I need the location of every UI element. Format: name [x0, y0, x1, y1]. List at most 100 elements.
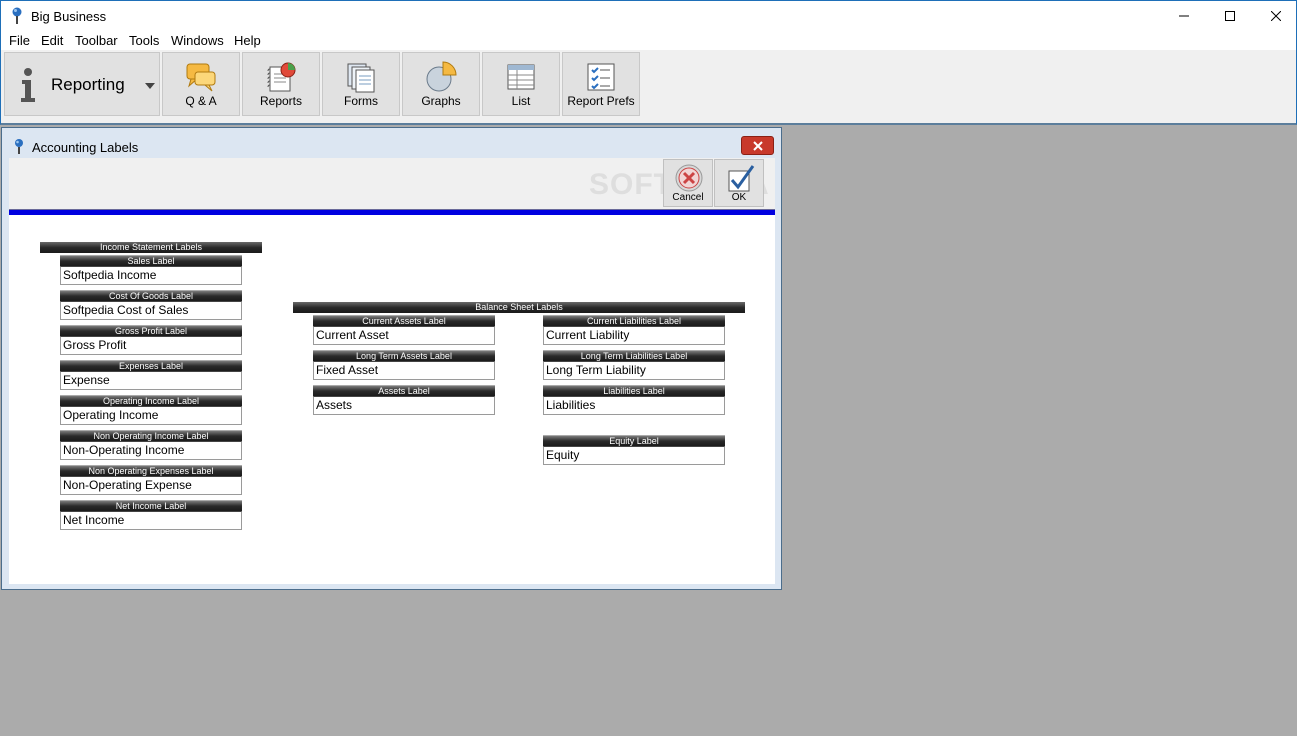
net-income-label-input[interactable]: Net Income — [60, 511, 242, 530]
field-label: Assets Label — [313, 385, 495, 396]
qa-label: Q & A — [185, 94, 217, 108]
forms-label: Forms — [344, 94, 378, 108]
non-operating-income-field-group: Non Operating Income Label Non-Operating… — [60, 430, 242, 460]
checklist-icon — [587, 63, 615, 91]
reports-button[interactable]: Reports — [242, 52, 320, 116]
minimize-icon — [1179, 15, 1189, 17]
chat-bubbles-icon — [186, 63, 216, 92]
menu-edit[interactable]: Edit — [41, 33, 63, 48]
graphs-label: Graphs — [421, 94, 461, 108]
list-label: List — [511, 94, 531, 108]
net-income-field-group: Net Income Label Net Income — [60, 500, 242, 530]
minimize-button[interactable] — [1161, 1, 1207, 31]
list-button[interactable]: List — [482, 52, 560, 116]
close-icon — [1271, 11, 1281, 21]
cancel-label: Cancel — [672, 192, 704, 203]
sales-field-group: Sales Label Softpedia Income — [60, 255, 242, 285]
expenses-field-group: Expenses Label Expense — [60, 360, 242, 390]
forms-icon — [347, 63, 375, 93]
pie-chart-icon — [426, 61, 457, 92]
workspace-background — [782, 127, 1297, 736]
field-label: Gross Profit Label — [60, 325, 242, 336]
ok-label: OK — [731, 192, 747, 203]
dialog-close-button[interactable] — [741, 136, 774, 155]
accounting-labels-dialog: Accounting Labels SOFTPEDIA Cancel — [1, 127, 782, 590]
non-operating-expenses-field-group: Non Operating Expenses Label Non-Operati… — [60, 465, 242, 495]
maximize-button[interactable] — [1207, 1, 1253, 31]
equity-field-group: Equity Label Equity — [543, 435, 725, 465]
gross-profit-label-input[interactable]: Gross Profit — [60, 336, 242, 355]
report-prefs-label: Report Prefs — [567, 94, 635, 108]
menu-bar: File Edit Toolbar Tools Windows Help — [0, 31, 1297, 50]
labels-panel: Income Statement Labels Sales Label Soft… — [9, 215, 775, 584]
menu-file[interactable]: File — [9, 33, 30, 48]
graphs-button[interactable]: Graphs — [402, 52, 480, 116]
window-title: Big Business — [31, 9, 107, 24]
report-prefs-button[interactable]: Report Prefs — [562, 52, 640, 116]
close-icon — [752, 140, 763, 151]
dialog-title: Accounting Labels — [32, 140, 139, 155]
dialog-body: SOFTPEDIA Cancel OK Incom — [9, 158, 775, 584]
reports-label: Reports — [259, 94, 303, 108]
field-label: Long Term Assets Label — [313, 350, 495, 361]
field-label: Cost Of Goods Label — [60, 290, 242, 301]
sales-label-input[interactable]: Softpedia Income — [60, 266, 242, 285]
maximize-icon — [1225, 11, 1235, 21]
checkmark-icon — [728, 165, 755, 192]
expenses-label-input[interactable]: Expense — [60, 371, 242, 390]
menu-tools[interactable]: Tools — [129, 33, 159, 48]
non-operating-expenses-label-input[interactable]: Non-Operating Expense — [60, 476, 242, 495]
current-liabilities-field-group: Current Liabilities Label Current Liabil… — [543, 315, 725, 345]
field-label: Non Operating Expenses Label — [60, 465, 242, 476]
long-term-liabilities-field-group: Long Term Liabilities Label Long Term Li… — [543, 350, 725, 380]
field-label: Expenses Label — [60, 360, 242, 371]
current-liabilities-label-input[interactable]: Current Liability — [543, 326, 725, 345]
menu-help[interactable]: Help — [234, 33, 261, 48]
long-term-assets-field-group: Long Term Assets Label Fixed Asset — [313, 350, 495, 380]
chevron-down-icon — [145, 83, 155, 89]
cancel-button[interactable]: Cancel — [663, 159, 713, 207]
title-bar: Big Business — [0, 0, 1297, 31]
cancel-icon — [675, 164, 703, 192]
gross-profit-field-group: Gross Profit Label Gross Profit — [60, 325, 242, 355]
assets-field-group: Assets Label Assets — [313, 385, 495, 415]
field-label: Liabilities Label — [543, 385, 725, 396]
income-statement-header: Income Statement Labels — [40, 242, 262, 253]
app-icon — [15, 139, 23, 154]
operating-income-field-group: Operating Income Label Operating Income — [60, 395, 242, 425]
reporting-label: Reporting — [51, 75, 125, 94]
field-label: Sales Label — [60, 255, 242, 266]
operating-income-label-input[interactable]: Operating Income — [60, 406, 242, 425]
field-label: Current Liabilities Label — [543, 315, 725, 326]
long-term-liabilities-label-input[interactable]: Long Term Liability — [543, 361, 725, 380]
menu-windows[interactable]: Windows — [171, 33, 224, 48]
assets-label-input[interactable]: Assets — [313, 396, 495, 415]
field-label: Current Assets Label — [313, 315, 495, 326]
forms-button[interactable]: Forms — [322, 52, 400, 116]
equity-label-input[interactable]: Equity — [543, 446, 725, 465]
ok-button[interactable]: OK — [714, 159, 764, 207]
liabilities-label-input[interactable]: Liabilities — [543, 396, 725, 415]
reports-icon — [267, 62, 296, 92]
field-label: Long Term Liabilities Label — [543, 350, 725, 361]
dialog-toolbar: SOFTPEDIA Cancel OK — [9, 158, 775, 208]
info-icon — [21, 68, 35, 102]
non-operating-income-label-input[interactable]: Non-Operating Income — [60, 441, 242, 460]
current-assets-field-group: Current Assets Label Current Asset — [313, 315, 495, 345]
cost-of-goods-field-group: Cost Of Goods Label Softpedia Cost of Sa… — [60, 290, 242, 320]
reporting-mode-dropdown[interactable]: Reporting — [4, 52, 160, 116]
menu-toolbar[interactable]: Toolbar — [75, 33, 118, 48]
close-button[interactable] — [1253, 1, 1297, 31]
current-assets-label-input[interactable]: Current Asset — [313, 326, 495, 345]
balance-sheet-header: Balance Sheet Labels — [293, 302, 745, 313]
app-icon — [12, 7, 22, 24]
field-label: Operating Income Label — [60, 395, 242, 406]
cost-of-goods-label-input[interactable]: Softpedia Cost of Sales — [60, 301, 242, 320]
list-table-icon — [507, 64, 535, 90]
field-label: Non Operating Income Label — [60, 430, 242, 441]
field-label: Equity Label — [543, 435, 725, 446]
main-toolbar: Reporting Q & A Reports Forms Graphs Lis… — [0, 50, 1297, 125]
qa-button[interactable]: Q & A — [162, 52, 240, 116]
long-term-assets-label-input[interactable]: Fixed Asset — [313, 361, 495, 380]
field-label: Net Income Label — [60, 500, 242, 511]
